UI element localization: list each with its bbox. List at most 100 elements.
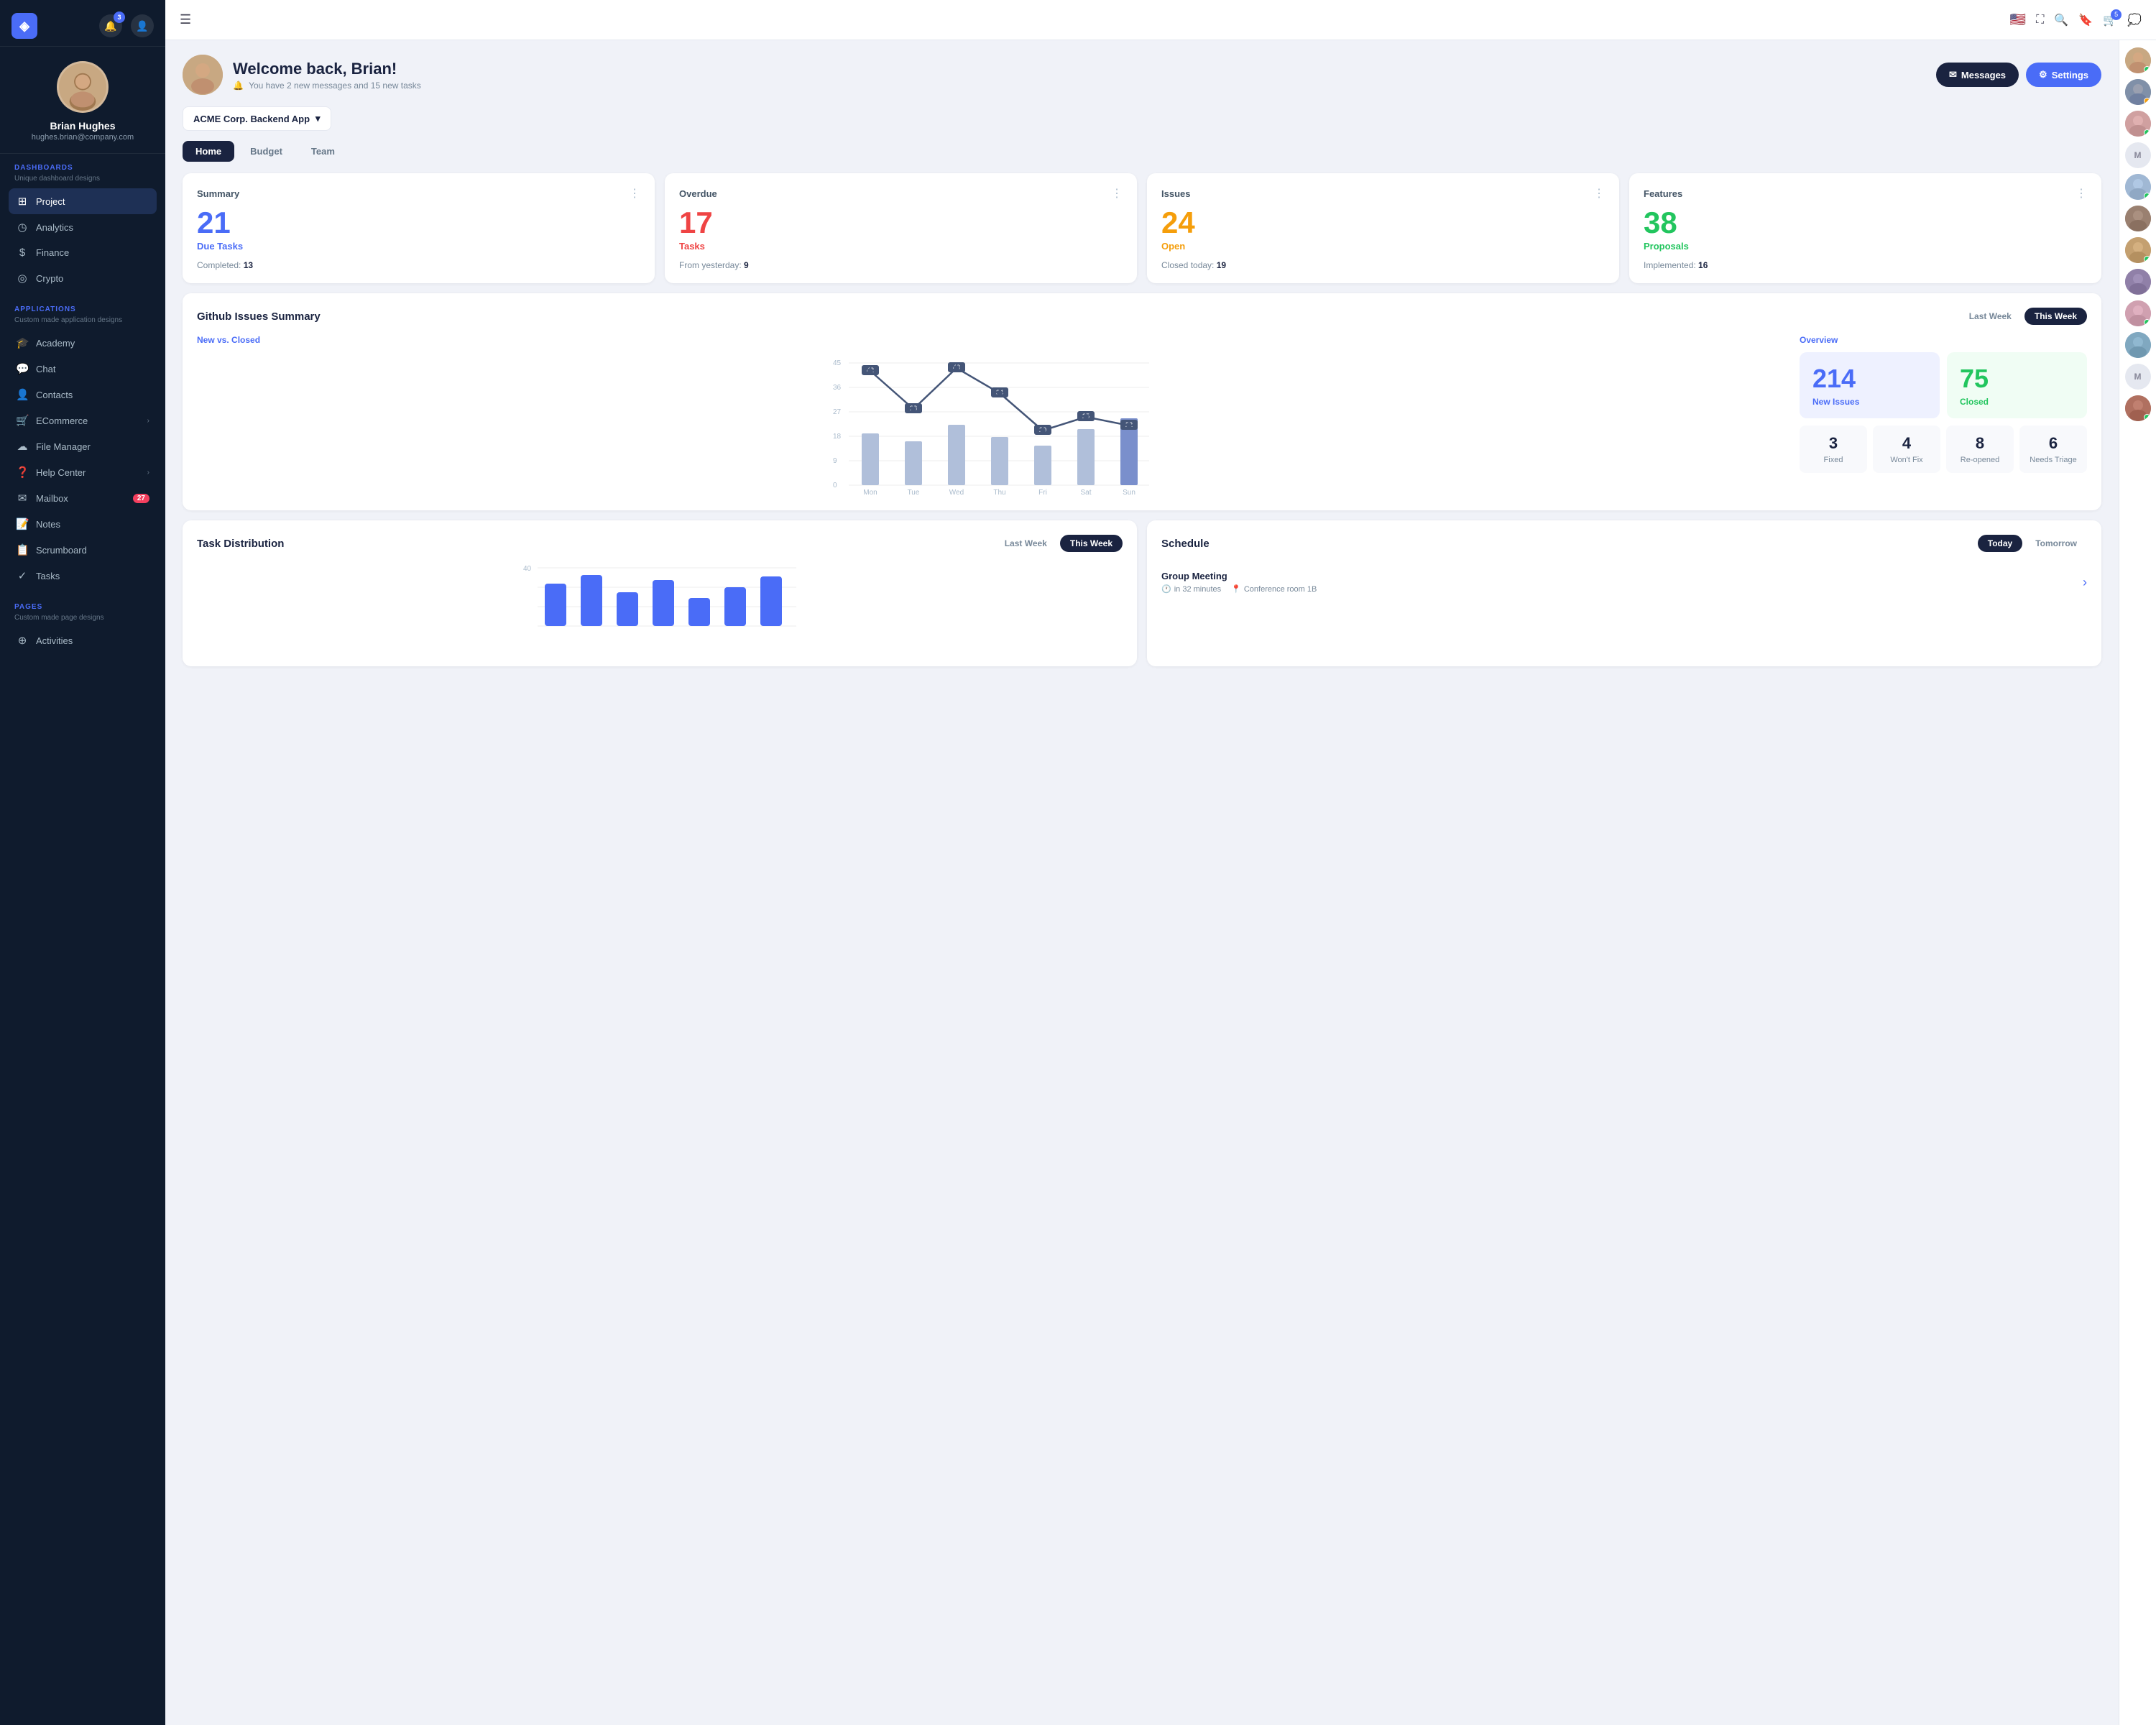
project-icon: ⊞: [16, 195, 29, 208]
app-logo[interactable]: ◈: [11, 13, 37, 39]
card-label: Due Tasks: [197, 241, 640, 252]
search-icon[interactable]: 🔍: [2054, 13, 2068, 27]
sidebar-item-label-crypto: Crypto: [36, 273, 63, 284]
tab-team[interactable]: Team: [298, 141, 348, 162]
sidebar-item-label: File Manager: [36, 441, 91, 452]
sidebar-item-scrumboard[interactable]: 📋 Scrumboard: [9, 537, 157, 563]
rs-avatar-10[interactable]: [2125, 332, 2151, 358]
svg-text:36: 36: [833, 384, 842, 392]
triage-label: Needs Triage: [2027, 456, 2080, 464]
card-menu-icon[interactable]: ⋮: [2076, 186, 2087, 201]
sidebar-item-project[interactable]: ⊞ Project: [9, 188, 157, 214]
task-this-week[interactable]: This Week: [1060, 535, 1123, 552]
rs-avatar-7[interactable]: [2125, 237, 2151, 263]
card-header: Features ⋮: [1644, 186, 2087, 201]
project-dropdown-label: ACME Corp. Backend App: [193, 114, 310, 124]
header-buttons: ✉ Messages ⚙ Settings: [1936, 63, 2101, 87]
notifications-button[interactable]: 🔔 3: [99, 14, 122, 37]
new-issues-card: 214 New Issues: [1800, 352, 1940, 418]
rs-avatar-m1[interactable]: M: [2125, 142, 2151, 168]
task-distribution-section: Task Distribution Last Week This Week 40: [183, 520, 1137, 666]
applications-label: APPLICATIONS: [9, 305, 157, 313]
sidebar-item-ecommerce[interactable]: 🛒 ECommerce ›: [9, 408, 157, 433]
welcome-subtitle: 🔔 You have 2 new messages and 15 new tas…: [233, 80, 424, 91]
card-label: Proposals: [1644, 241, 2087, 252]
project-dropdown[interactable]: ACME Corp. Backend App ▾: [183, 106, 331, 131]
overview-grid: 214 New Issues 75 Closed: [1800, 352, 2087, 418]
rs-avatar-8[interactable]: [2125, 269, 2151, 295]
tab-budget[interactable]: Budget: [237, 141, 295, 162]
sidebar-item-academy[interactable]: 🎓 Academy: [9, 330, 157, 356]
sidebar-item-contacts[interactable]: 👤 Contacts: [9, 382, 157, 408]
notifications-topbar-icon[interactable]: 🛒 5: [2103, 13, 2117, 27]
sidebar-item-notes[interactable]: 📝 Notes: [9, 511, 157, 537]
sidebar-item-label: Academy: [36, 338, 75, 349]
sidebar-item-tasks[interactable]: ✓ Tasks: [9, 563, 157, 589]
rs-avatar-1[interactable]: [2125, 47, 2151, 73]
messages-button[interactable]: ✉ Messages: [1936, 63, 2019, 87]
profile-button[interactable]: 👤: [131, 14, 154, 37]
sidebar-item-filemanager[interactable]: ☁ File Manager: [9, 433, 157, 459]
sidebar-item-mailbox[interactable]: ✉ Mailbox 27: [9, 485, 157, 511]
this-week-toggle[interactable]: This Week: [2024, 308, 2087, 325]
closed-issues-card: 75 Closed: [1947, 352, 2087, 418]
sidebar-item-helpcenter[interactable]: ❓ Help Center ›: [9, 459, 157, 485]
rs-avatar-5[interactable]: [2125, 174, 2151, 200]
last-week-toggle[interactable]: Last Week: [1959, 308, 2022, 325]
sidebar-top-icons: 🔔 3 👤: [99, 14, 154, 37]
applications-section: APPLICATIONS Custom made application des…: [0, 295, 165, 593]
sidebar-item-analytics[interactable]: ◷ Analytics: [9, 214, 157, 240]
sidebar-item-crypto[interactable]: ◎ Crypto: [9, 265, 157, 291]
card-title: Issues: [1161, 188, 1190, 199]
today-toggle[interactable]: Today: [1978, 535, 2022, 552]
overdue-card: Overdue ⋮ 17 Tasks From yesterday: 9: [665, 173, 1137, 283]
settings-button[interactable]: ⚙ Settings: [2026, 63, 2101, 87]
chat-icon: 💬: [16, 362, 29, 375]
svg-text:Wed: Wed: [949, 489, 964, 496]
sidebar-item-label: ECommerce: [36, 415, 88, 426]
small-cards-grid: 3 Fixed 4 Won't Fix 8 Re-opened: [1800, 426, 2087, 473]
svg-text:Fri: Fri: [1038, 489, 1047, 496]
dashboards-sub: Unique dashboard designs: [9, 175, 157, 183]
user-email: hughes.brian@company.com: [32, 133, 134, 142]
language-flag[interactable]: 🇺🇸: [2010, 12, 2026, 27]
task-last-week[interactable]: Last Week: [995, 535, 1057, 552]
sidebar-item-label: Scrumboard: [36, 545, 87, 556]
online-dot: [2144, 193, 2150, 199]
card-menu-icon[interactable]: ⋮: [629, 186, 640, 201]
rs-avatar-3[interactable]: [2125, 111, 2151, 137]
tab-home[interactable]: Home: [183, 141, 234, 162]
rs-avatar-6[interactable]: [2125, 206, 2151, 231]
sidebar: ◈ 🔔 3 👤 Brian Hughes hughes.brian@compan…: [0, 0, 165, 1725]
chart-left: New vs. Closed 45 36 27 18 9 0: [197, 335, 1785, 496]
svg-text:Thu: Thu: [993, 489, 1005, 496]
card-menu-icon[interactable]: ⋮: [1111, 186, 1123, 201]
welcome-text: Welcome back, Brian! 🔔 You have 2 new me…: [233, 60, 424, 91]
rs-avatar-9[interactable]: [2125, 300, 2151, 326]
notifications-badge: 3: [114, 12, 125, 23]
summary-card: Summary ⋮ 21 Due Tasks Completed: 13: [183, 173, 655, 283]
task-toggle-buttons: Last Week This Week: [995, 535, 1123, 552]
fixed-num: 3: [1807, 434, 1860, 453]
rs-avatar-m2[interactable]: M: [2125, 364, 2151, 390]
sidebar-item-chat[interactable]: 💬 Chat: [9, 356, 157, 382]
user-name: Brian Hughes: [50, 120, 115, 132]
sidebar-item-label: Mailbox: [36, 493, 68, 504]
menu-toggle[interactable]: ☰: [180, 12, 191, 27]
schedule-arrow[interactable]: ›: [2083, 575, 2087, 590]
schedule-location: 📍 Conference room 1B: [1231, 584, 1317, 594]
rs-avatar-12[interactable]: [2125, 395, 2151, 421]
rs-avatar-2[interactable]: [2125, 79, 2151, 105]
fullscreen-icon[interactable]: ⛶: [2036, 14, 2044, 27]
bookmark-icon[interactable]: 🔖: [2078, 13, 2093, 27]
sidebar-item-finance[interactable]: $ Finance: [9, 240, 157, 265]
ecommerce-arrow: ›: [147, 417, 149, 425]
card-number: 38: [1644, 208, 2087, 238]
tasks-icon: ✓: [16, 569, 29, 582]
helpcenter-icon: ❓: [16, 466, 29, 479]
messages-topbar-icon[interactable]: 💭: [2127, 13, 2142, 27]
sidebar-item-activities[interactable]: ⊕ Activities: [9, 627, 157, 653]
tomorrow-toggle[interactable]: Tomorrow: [2025, 535, 2087, 552]
card-menu-icon[interactable]: ⋮: [1593, 186, 1605, 201]
pages-label: PAGES: [9, 603, 157, 611]
